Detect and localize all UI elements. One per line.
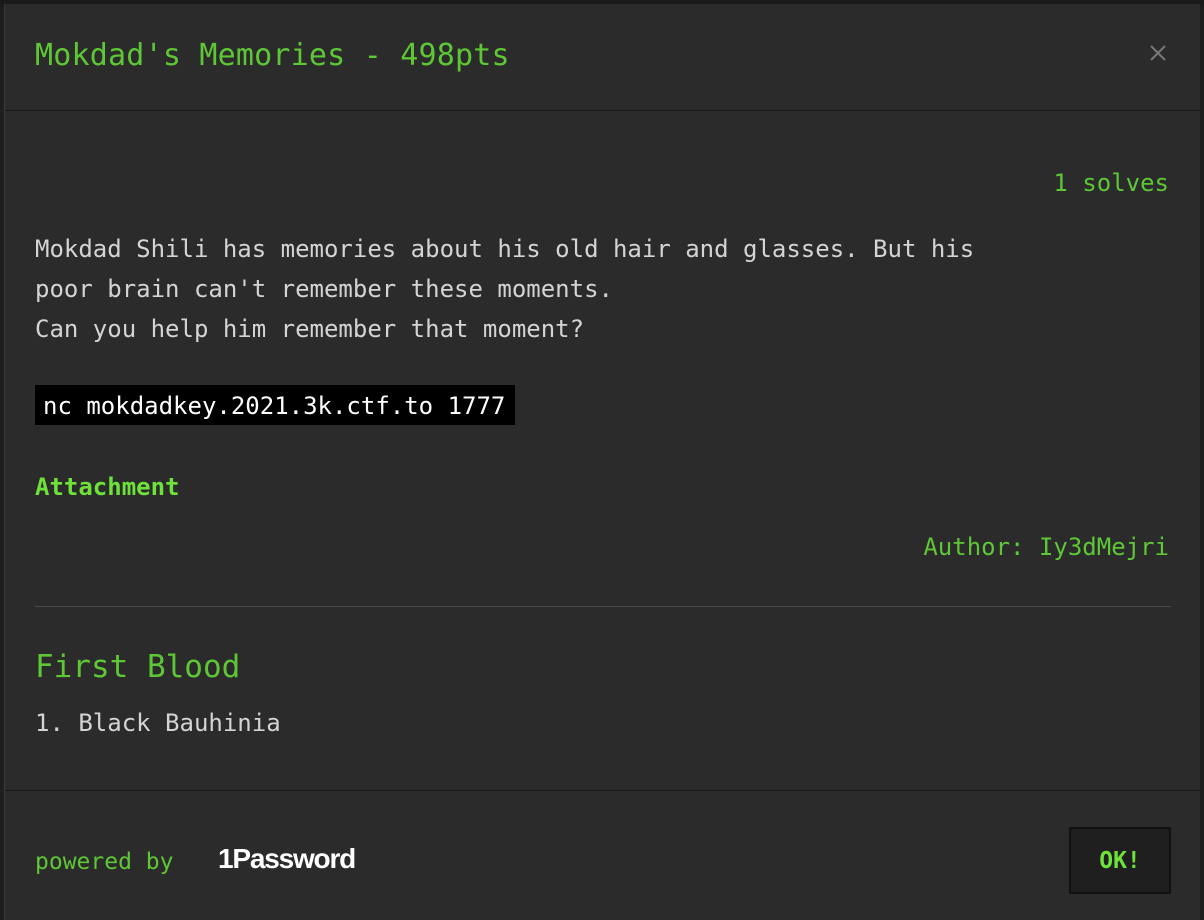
modal-footer: powered by 1Password OK! — [5, 790, 1201, 920]
close-button[interactable] — [1143, 38, 1171, 66]
first-blood-entry: 1. Black Bauhinia — [35, 709, 281, 737]
modal-body: 1 solves Mokdad Shili has memories about… — [5, 111, 1201, 791]
author-label: Author: Iy3dMejri — [923, 533, 1169, 561]
attachment-link[interactable]: Attachment — [35, 473, 180, 501]
powered-by-label: powered by — [35, 849, 174, 875]
netcat-command[interactable]: nc mokdadkey.2021.3k.ctf.to 1777 — [35, 385, 516, 425]
section-divider — [35, 606, 1171, 607]
description-line: poor brain can't remember these moments. — [35, 275, 613, 303]
close-icon — [1150, 45, 1166, 61]
modal-header: Mokdad's Memories - 498pts — [5, 4, 1201, 111]
1password-logo[interactable]: 1Password — [218, 843, 356, 875]
challenge-modal: Mokdad's Memories - 498pts 1 solves Mokd… — [4, 4, 1201, 920]
modal-title: Mokdad's Memories - 498pts — [35, 38, 510, 73]
ok-button[interactable]: OK! — [1069, 827, 1171, 894]
description-line: Can you help him remember that moment? — [35, 315, 585, 343]
description-line: Mokdad Shili has memories about his old … — [35, 235, 975, 263]
challenge-description: Mokdad Shili has memories about his old … — [35, 229, 1175, 349]
first-blood-heading: First Blood — [35, 649, 241, 685]
solves-count: 1 solves — [1053, 169, 1169, 197]
first-blood-list: 1. Black Bauhinia — [35, 709, 281, 737]
